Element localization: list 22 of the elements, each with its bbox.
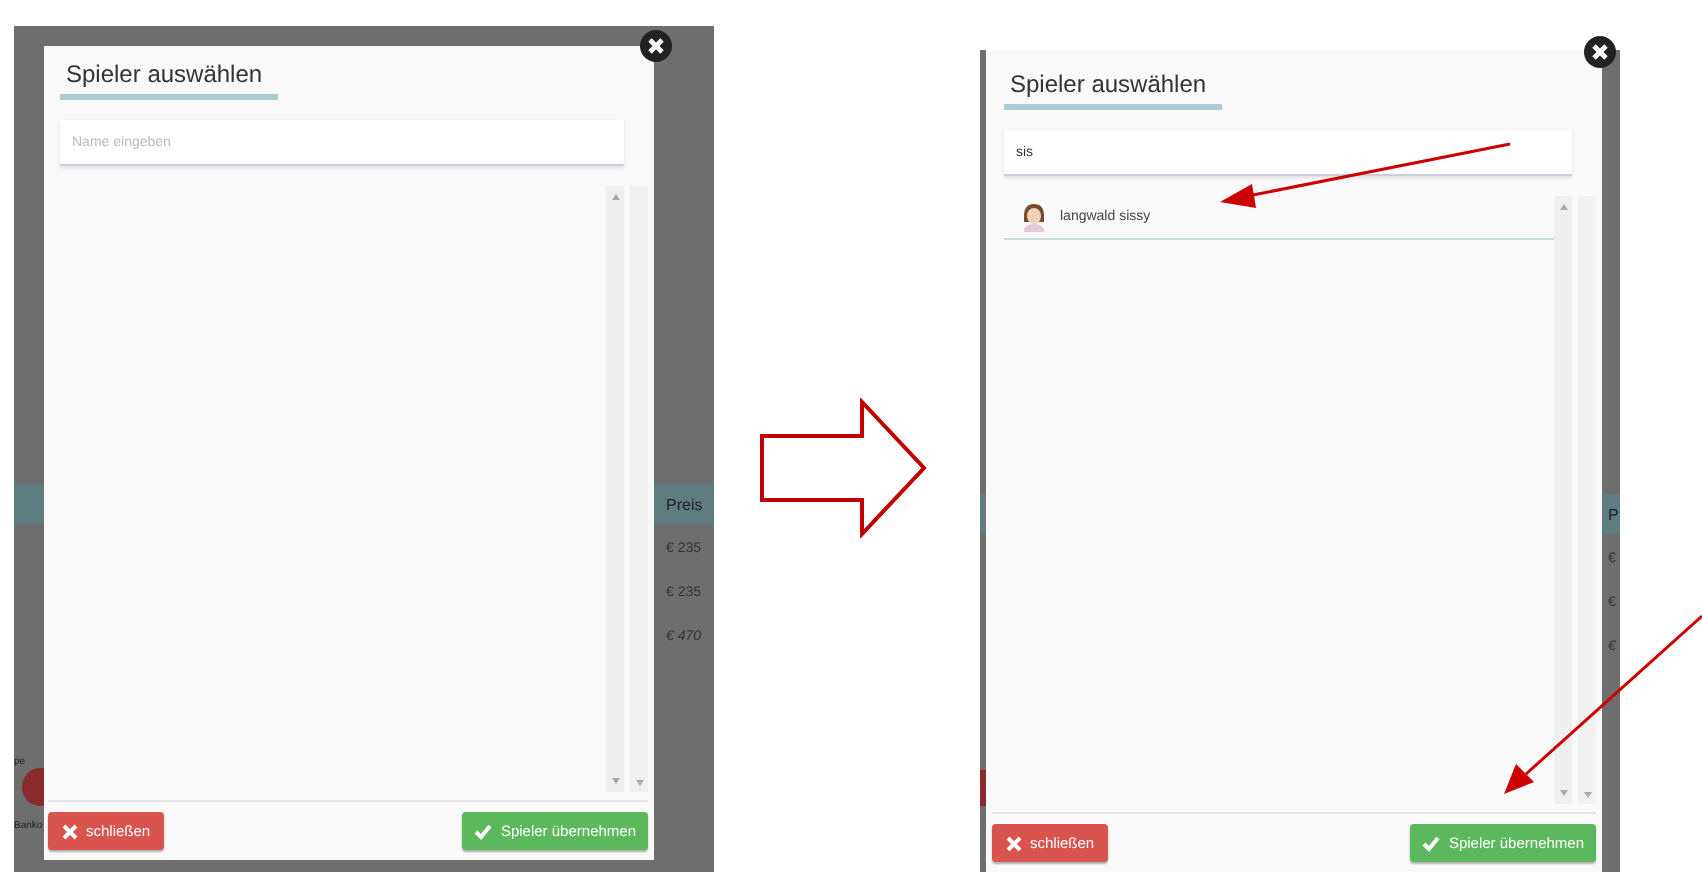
person-avatar-icon	[1020, 202, 1048, 232]
checkmark-icon	[1422, 835, 1441, 851]
scroll-up-icon[interactable]	[611, 194, 619, 200]
scroll-down-icon[interactable]	[1559, 790, 1567, 796]
scroll-down-icon[interactable]	[1583, 792, 1591, 798]
scroll-down-icon[interactable]	[635, 780, 643, 786]
dialog-title: Spieler auswählen	[60, 60, 279, 100]
column-header: Preis	[666, 495, 705, 513]
scrollbar[interactable]	[606, 186, 624, 792]
column-header: P	[1608, 505, 1620, 523]
scroll-down-icon[interactable]	[611, 778, 619, 784]
close-icon[interactable]	[640, 30, 672, 62]
scrollbar[interactable]	[1554, 196, 1572, 804]
scrollbar[interactable]	[1578, 196, 1596, 804]
right-arrow-icon	[760, 398, 928, 538]
close-icon[interactable]	[1584, 36, 1616, 68]
dialog-title: Spieler auswählen	[1004, 70, 1223, 110]
close-icon	[1006, 835, 1022, 851]
checkmark-icon	[474, 823, 493, 839]
close-icon	[62, 823, 78, 839]
scroll-up-icon[interactable]	[1559, 204, 1567, 210]
scrollbar[interactable]	[630, 186, 648, 792]
